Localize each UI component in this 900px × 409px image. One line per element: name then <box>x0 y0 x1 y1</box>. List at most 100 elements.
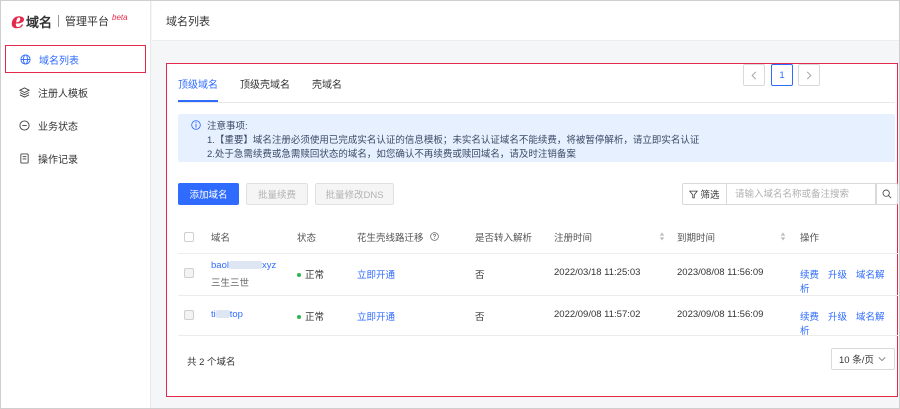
status-dot <box>297 273 301 278</box>
header-resolve: 是否转入解析 <box>475 233 533 244</box>
beta-badge: beta <box>112 12 128 22</box>
redacted-block <box>215 310 230 319</box>
header-migrate-label: 花生壳线路迁移 <box>357 232 424 244</box>
globe-icon <box>19 53 31 65</box>
header-status: 状态 <box>297 233 317 244</box>
registered-cell: 2022/09/08 11:57:02 <box>554 309 641 320</box>
notice-line-1: 1.【重要】域名注册必须使用已完成实名认证的信息模板；未实名认证域名不能续费，将… <box>207 135 700 146</box>
select-all-checkbox[interactable] <box>184 232 194 242</box>
search-icon <box>882 189 892 199</box>
status-dot <box>297 315 301 320</box>
layers-icon <box>18 86 30 98</box>
actions-cell: 续费 升级 域名解析 <box>800 267 898 295</box>
sidebar-item-label: 注册人模板 <box>38 88 88 100</box>
sidebar-item-label: 域名列表 <box>39 55 79 67</box>
sort-icon[interactable] <box>780 232 786 244</box>
add-domain-button[interactable]: 添加域名 <box>178 183 239 205</box>
brand-domain-text: 域名 <box>26 14 53 30</box>
batch-renew-button[interactable]: 批量续费 <box>246 183 308 205</box>
domain-remark: 三生三世 <box>211 278 250 289</box>
toolbar: 添加域名 批量续费 批量修改DNS 筛选 <box>178 183 898 205</box>
row-checkbox[interactable] <box>184 268 194 278</box>
status-cell: 正常 <box>297 309 324 323</box>
tab-top-level-domain[interactable]: 顶级域名 <box>178 72 218 102</box>
actions-cell: 续费 升级 域名解析 <box>800 309 898 337</box>
header-expires-label: 到期时间 <box>677 232 716 244</box>
resolve-cell: 否 <box>475 270 485 281</box>
brand-e-icon: e <box>11 8 25 34</box>
page-title: 域名列表 <box>166 15 210 28</box>
row-checkbox[interactable] <box>184 310 194 320</box>
resolve-cell: 否 <box>475 312 485 323</box>
header-registered-label: 注册时间 <box>554 232 593 244</box>
status-icon <box>18 119 30 131</box>
table-row: baol xyz 三生三世 正常 立即开通 否 2022/03/18 11:25:… <box>178 254 898 296</box>
sidebar-item-operation-log[interactable]: 操作记录 <box>5 144 146 172</box>
filter-icon <box>689 190 699 199</box>
notice-banner: 注意事项: 1.【重要】域名注册必须使用已完成实名认证的信息模板；未实名认证域名… <box>178 114 895 162</box>
status-cell: 正常 <box>297 267 324 281</box>
brand-separator <box>58 15 60 27</box>
expires-cell: 2023/08/08 11:56:09 <box>677 267 764 278</box>
status-text: 正常 <box>305 312 325 323</box>
search-input[interactable] <box>726 183 876 205</box>
upgrade-link[interactable]: 升级 <box>828 312 847 323</box>
renew-link[interactable]: 续费 <box>800 312 819 323</box>
page-size-value: 10 条/页 <box>839 355 874 366</box>
sidebar: e 域名 管理平台 beta 域名列表 注册人模板 业务状态 操作记录 <box>1 1 151 408</box>
tab-bar: 顶级域名 顶级壳域名 壳域名 <box>178 72 364 102</box>
page-size-select[interactable]: 10 条/页 <box>831 348 895 370</box>
sidebar-item-domain-list[interactable]: 域名列表 <box>5 45 146 73</box>
tab-divider <box>178 102 895 103</box>
help-icon[interactable] <box>430 232 439 244</box>
sidebar-item-registrant-template[interactable]: 注册人模板 <box>5 78 146 106</box>
domain-name-suffix: xyz <box>261 260 277 271</box>
table-header: 域名 状态 花生壳线路迁移 是否转入解析 注册时间 到期时间 操作 <box>178 221 898 254</box>
expires-cell: 2023/09/08 11:56:09 <box>677 309 764 320</box>
domain-name-suffix: top <box>229 309 243 320</box>
brand-logo: e 域名 管理平台 beta <box>1 1 150 41</box>
domain-name-prefix: baol <box>211 260 229 271</box>
search-button[interactable] <box>876 183 898 205</box>
sidebar-item-label: 操作记录 <box>38 154 78 166</box>
document-icon <box>18 152 30 164</box>
chevron-left-icon <box>751 71 757 80</box>
filter-label: 筛选 <box>700 190 720 201</box>
header-migrate: 花生壳线路迁移 <box>357 230 439 244</box>
header-domain: 域名 <box>211 233 231 244</box>
info-icon <box>191 120 201 130</box>
tab-shell-domain[interactable]: 壳域名 <box>312 72 342 100</box>
sort-icon[interactable] <box>659 232 665 244</box>
chevron-right-icon <box>806 71 812 80</box>
next-page-button[interactable] <box>798 64 820 86</box>
header-actions: 操作 <box>800 233 820 244</box>
sidebar-item-label: 业务状态 <box>38 121 78 133</box>
notice-line-2: 2.处于急需续费或急需赎回状态的域名，如您确认不再续费或赎回域名，请及时注销备案 <box>207 149 576 160</box>
table-row: ti top 正常 立即开通 否 2022/09/08 11:57:02 2023… <box>178 296 898 337</box>
status-text: 正常 <box>305 270 325 281</box>
sidebar-nav: 域名列表 注册人模板 业务状态 操作记录 <box>1 45 150 172</box>
domain-link[interactable]: baol xyz <box>211 260 276 271</box>
main-panel: 顶级域名 顶级壳域名 壳域名 注意事项: 1.【重要】域名注册必须使用已完成实名… <box>166 63 898 397</box>
batch-modify-dns-button[interactable]: 批量修改DNS <box>315 183 394 205</box>
header-expires[interactable]: 到期时间 <box>677 230 786 244</box>
prev-page-button[interactable] <box>743 64 765 86</box>
activate-now-link[interactable]: 立即开通 <box>357 267 395 281</box>
tab-top-level-shell-domain[interactable]: 顶级壳域名 <box>240 72 290 100</box>
redacted-block <box>228 261 262 270</box>
sidebar-item-business-status[interactable]: 业务状态 <box>5 111 146 139</box>
header-registered[interactable]: 注册时间 <box>554 230 665 244</box>
domain-cell: baol xyz 三生三世 <box>211 260 276 289</box>
notice-title: 注意事项: <box>207 121 248 132</box>
page-header: 域名列表 <box>152 1 899 41</box>
activate-now-link[interactable]: 立即开通 <box>357 309 395 323</box>
filter-button[interactable]: 筛选 <box>682 183 726 205</box>
domain-link[interactable]: ti top <box>211 309 243 320</box>
domain-table: 域名 状态 花生壳线路迁移 是否转入解析 注册时间 到期时间 操作 baol x… <box>178 221 898 337</box>
renew-link[interactable]: 续费 <box>800 270 819 281</box>
domain-count: 共 2 个域名 <box>187 357 236 368</box>
brand-platform-text: 管理平台 <box>65 16 110 28</box>
page-number-button[interactable]: 1 <box>771 64 793 86</box>
upgrade-link[interactable]: 升级 <box>828 270 847 281</box>
registered-cell: 2022/03/18 11:25:03 <box>554 267 641 278</box>
